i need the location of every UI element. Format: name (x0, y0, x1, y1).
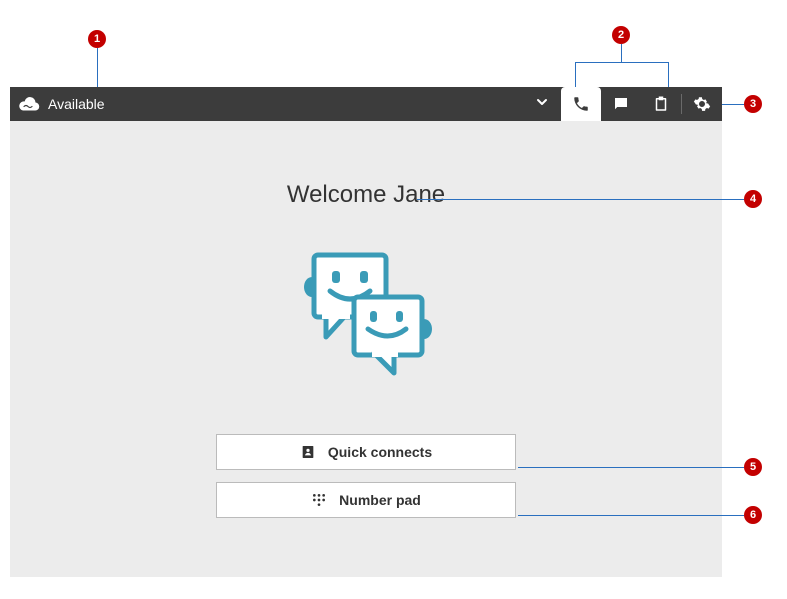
annotation-badge-1: 1 (88, 30, 106, 48)
annotation-badge-3: 3 (744, 95, 762, 113)
annotation-badge-5: 5 (744, 458, 762, 476)
annotation-line (575, 62, 576, 87)
annotation-line (722, 104, 744, 105)
annotation-line (518, 467, 744, 468)
tasks-tab[interactable] (641, 87, 681, 121)
header-tabs (561, 87, 722, 121)
annotation-line (417, 199, 744, 200)
annotation-line (668, 62, 669, 87)
status-area[interactable]: Available (10, 96, 535, 112)
annotation-line (518, 515, 744, 516)
clipboard-icon (652, 95, 670, 113)
main-content: Welcome Jane (10, 121, 722, 530)
chat-icon (612, 95, 630, 113)
chat-illustration (296, 249, 436, 384)
annotation-badge-6: 6 (744, 506, 762, 524)
quick-connects-label: Quick connects (328, 444, 432, 460)
contacts-icon (300, 444, 316, 460)
number-pad-label: Number pad (339, 492, 421, 508)
gear-icon (693, 95, 711, 113)
annotation-badge-2: 2 (612, 26, 630, 44)
welcome-text: Welcome Jane (287, 181, 445, 209)
chat-tab[interactable] (601, 87, 641, 121)
annotation-line (621, 44, 622, 62)
quick-connects-button[interactable]: Quick connects (216, 434, 516, 470)
phone-tab[interactable] (561, 87, 601, 121)
app-panel: Available (10, 87, 722, 577)
annotation-line (97, 48, 98, 87)
annotation-line (575, 62, 668, 63)
status-dropdown-toggle[interactable] (535, 95, 561, 114)
chevron-down-icon (535, 95, 549, 114)
dialpad-icon (311, 492, 327, 508)
header-bar: Available (10, 87, 722, 121)
phone-icon (572, 95, 590, 113)
status-label: Available (48, 96, 105, 112)
annotation-badge-4: 4 (744, 190, 762, 208)
settings-tab[interactable] (682, 87, 722, 121)
cloud-status-icon (18, 96, 40, 112)
number-pad-button[interactable]: Number pad (216, 482, 516, 518)
